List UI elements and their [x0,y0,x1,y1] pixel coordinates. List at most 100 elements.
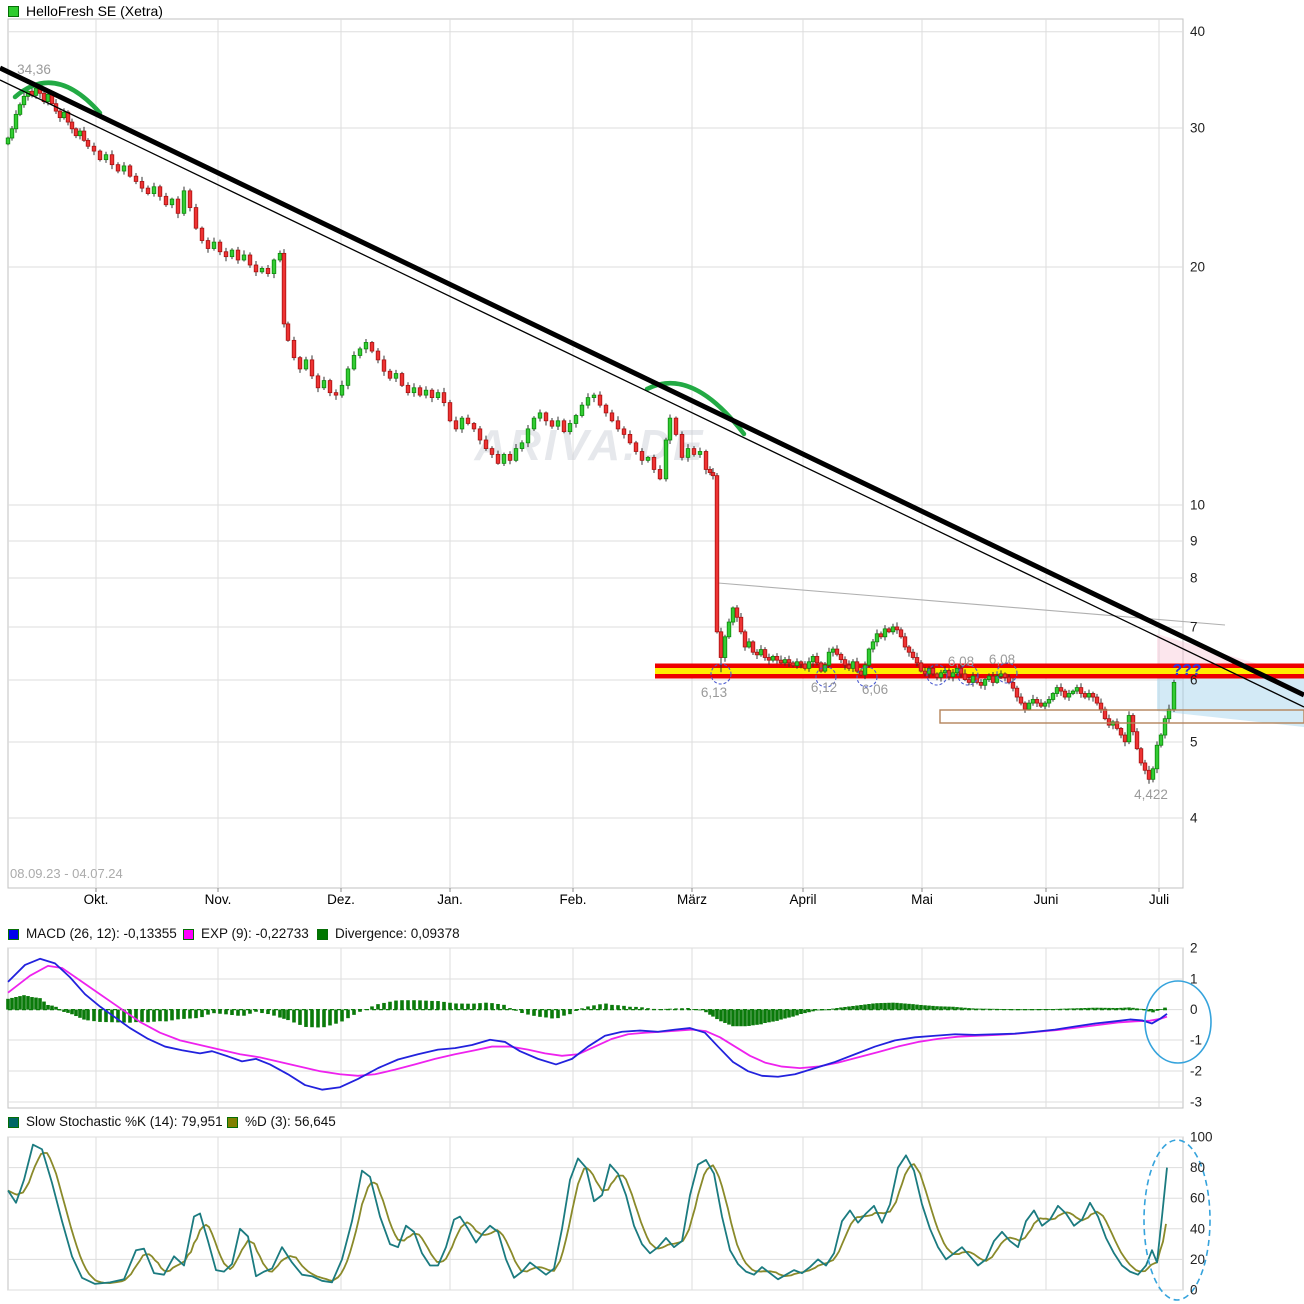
macd-histogram-bar [923,1005,927,1010]
candle-body [115,164,121,172]
macd-histogram-bar [322,1009,326,1028]
candle-body [966,679,972,683]
candle-body [814,656,820,664]
price-annotation: ??? [1172,662,1201,679]
macd-histogram-bar [182,1009,186,1019]
candle-body [762,649,768,658]
candle-body [57,110,63,119]
candle-body [393,373,399,379]
price-axis-label: 5 [1190,735,1198,750]
macd-histogram-bar [915,1004,919,1010]
candle-body [77,130,83,137]
candle-body [1046,699,1052,704]
macd-histogram-bar [919,1004,923,1010]
candle-body [561,420,567,433]
candle-body [9,128,15,139]
macd-histogram-bar [859,1004,863,1010]
candle-body [351,355,357,370]
candle-body [471,423,477,430]
candle-body [1070,690,1076,694]
macd-histogram-bar [46,1004,50,1010]
candle-body [501,454,507,464]
macd-histogram-bar [610,1004,614,1010]
macd-histogram-bar [236,1009,240,1016]
candle-body [850,661,856,669]
candle-body [645,456,651,461]
macd-histogram-bar [568,1009,572,1015]
macd-histogram-bar [34,997,38,1010]
candle-body [5,137,11,145]
candle-body [990,675,996,683]
candle-body [169,198,175,206]
macd-histogram-bar [230,1009,234,1016]
candle-body [483,439,489,449]
macd-histogram-bar [496,1003,500,1010]
macd-histogram-bar [795,1009,799,1016]
price-annotation: 6,08 [989,652,1015,667]
macd-axis-label: 1 [1190,972,1198,987]
candle-body [697,451,703,455]
candle-body [1122,734,1128,743]
macd-histogram-bar [146,1009,150,1023]
candle-body [902,636,908,648]
macd-histogram-bar [927,1005,931,1010]
candle-body [139,181,145,189]
macd-histogram-bar [50,1005,54,1010]
macd-histogram-bar [787,1009,791,1018]
candle-body [970,675,976,683]
candle-body [770,656,776,661]
price-annotation: 6,06 [862,682,888,697]
candle-body [69,121,75,130]
candle-body [205,240,211,249]
macd-histogram-bar [727,1009,731,1025]
macd-histogram-bar [346,1009,350,1019]
candle-body [459,417,465,430]
stochastic-legend-row: Slow Stochastic %K (14): 79,951 %D (3): 5… [0,1114,1304,1132]
candle-body [794,661,800,666]
candle-body [826,651,832,666]
candle-body [507,454,513,461]
candle-body [1026,702,1032,710]
candle-body [870,641,876,650]
price-annotation: 34,36 [17,62,51,77]
candle-body [954,667,960,674]
candle-body [253,264,259,273]
macd-histogram-bar [775,1009,779,1021]
candle-body [303,359,309,370]
candle-body [1018,696,1024,704]
price-annotation: 6,08 [948,654,974,669]
candle-body [1074,687,1080,692]
candle-body [914,657,920,664]
stochastic-legend-item: Slow Stochastic %K (14): 79,951 [8,1114,223,1129]
candle-body [175,198,181,214]
macd-histogram-bar [242,1009,246,1016]
macd-histogram-bar [304,1009,308,1027]
macd-histogram-bar [526,1009,530,1015]
stochastic-panel[interactable] [7,1136,1184,1291]
candle-body [513,448,519,461]
candle-body [549,420,555,427]
price-axis-label: 20 [1190,260,1205,275]
candle-body [435,392,441,398]
candle-body [281,252,287,325]
macd-histogram-bar [376,1004,380,1010]
stock-chart-canvas[interactable]: ARIVA.DE40302010987654210-1-2-3100806040… [0,0,1304,1304]
candle-body [537,412,543,419]
candle-body [663,439,669,480]
macd-histogram-bar [14,997,18,1010]
month-label: Feb. [559,892,586,907]
candle-body [822,664,828,672]
macd-panel[interactable] [7,947,1184,1109]
macd-histogram-bar [791,1009,795,1017]
candle-body [722,636,728,658]
legend-marker-icon [8,928,19,940]
macd-histogram-bar [298,1009,302,1025]
candle-body [651,456,657,470]
macd-histogram-bar [466,1003,470,1010]
candle-body [423,389,429,396]
macd-histogram-bar [454,1003,458,1010]
candle-body [930,667,936,675]
month-label: Juni [1034,892,1059,907]
candle-body [874,633,880,643]
macd-histogram-bar [759,1009,763,1025]
